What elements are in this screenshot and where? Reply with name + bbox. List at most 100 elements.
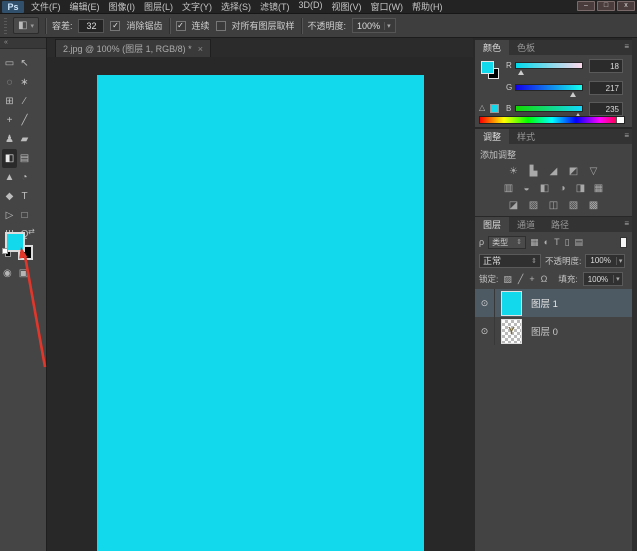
levels-icon[interactable]: ▙ [527,165,540,178]
filter-type-layers-icon[interactable]: T [554,237,560,248]
tab-color[interactable]: 颜色 [475,40,509,55]
blue-value[interactable]: 235 [589,102,623,116]
path-selection-tool[interactable]: ▷ [2,206,17,225]
tolerance-input[interactable]: 32 [78,19,104,33]
sample-all-layers-checkbox[interactable] [216,21,226,31]
eyedropper-tool[interactable]: ∕ [17,92,32,111]
gamut-warning-icon[interactable]: △ [479,103,485,112]
tab-layers[interactable]: 图层 [475,217,509,232]
menu-edit[interactable]: 编辑(E) [70,0,100,13]
posterize-icon[interactable]: ▨ [527,199,540,212]
toolbar-collapse-handle[interactable]: « [0,38,46,49]
menu-layer[interactable]: 图层(L) [144,0,173,13]
filter-shape-layers-icon[interactable]: ▯ [565,237,570,248]
tab-paths[interactable]: 路径 [543,217,577,232]
close-button[interactable]: x [617,1,635,11]
green-slider-handle[interactable] [570,92,576,97]
layer-row-0[interactable]: ⊙ Y 图层 0 [475,317,632,345]
minimize-button[interactable]: – [577,1,595,11]
menu-3d[interactable]: 3D(D) [299,0,323,13]
paint-bucket-tool[interactable]: ◧ [2,149,17,168]
gradient-map-icon[interactable]: ▧ [567,199,580,212]
gamut-color-chip[interactable] [490,104,499,113]
red-slider-handle[interactable] [518,70,524,75]
type-tool[interactable]: T [17,187,32,206]
swap-colors-icon[interactable]: ⇄ [28,227,35,236]
tab-swatches[interactable]: 色板 [509,40,543,55]
black-white-icon[interactable]: ◧ [538,182,551,195]
menu-help[interactable]: 帮助(H) [412,0,443,13]
menu-select[interactable]: 选择(S) [221,0,251,13]
panel-menu-icon[interactable]: ≡ [624,219,629,228]
visibility-eye-icon[interactable]: ⊙ [475,289,495,317]
lasso-tool[interactable]: ◌ [2,73,17,92]
crop-tool[interactable]: ⊞ [2,92,17,111]
threshold-icon[interactable]: ◫ [547,199,560,212]
curves-icon[interactable]: ◢ [547,165,560,178]
hue-saturation-icon[interactable]: ▥ [502,182,515,195]
panel-foreground-swatch[interactable] [481,61,494,74]
canvas[interactable] [97,75,424,551]
brightness-contrast-icon[interactable]: ☀ [507,165,520,178]
rectangular-marquee-tool[interactable]: ▭ [2,54,17,73]
eraser-tool[interactable]: ▰ [17,130,32,149]
panel-menu-icon[interactable]: ≡ [624,131,629,140]
color-balance-icon[interactable]: ◒ [520,182,533,195]
contiguous-checkbox[interactable]: ✓ [176,21,186,31]
invert-icon[interactable]: ◪ [507,199,520,212]
visibility-eye-icon[interactable]: ⊙ [475,317,495,345]
foreground-color-swatch[interactable] [5,232,25,252]
menu-view[interactable]: 视图(V) [332,0,362,13]
menu-type[interactable]: 文字(Y) [182,0,212,13]
green-value[interactable]: 217 [589,81,623,95]
white-chip[interactable] [616,117,624,123]
antialias-checkbox[interactable]: ✓ [110,21,120,31]
quick-mask-button[interactable]: ◉ [3,268,12,279]
clone-stamp-tool[interactable]: ♟ [2,130,17,149]
tab-close-icon[interactable]: × [198,44,203,54]
layer-1-thumbnail[interactable] [501,291,522,316]
tab-channels[interactable]: 通道 [509,217,543,232]
tool-preset-picker[interactable]: ◧ ▾ [13,17,39,34]
menu-window[interactable]: 窗口(W) [371,0,404,13]
filter-type-dropdown[interactable]: 类型 ⇕ [488,236,526,249]
maximize-button[interactable]: □ [597,1,615,11]
photo-filter-icon[interactable]: ◑ [556,182,569,195]
menu-file[interactable]: 文件(F) [31,0,61,13]
quick-selection-tool[interactable]: ∗ [17,73,32,92]
red-slider[interactable] [515,62,583,69]
layer-row-1[interactable]: ⊙ 图层 1 [475,289,632,317]
lock-transparency-icon[interactable]: ▨ [503,274,512,285]
spot-healing-brush-tool[interactable]: + [2,111,17,130]
blend-mode-dropdown[interactable]: 正常 ⇕ [479,254,541,268]
red-value[interactable]: 18 [589,59,623,73]
channel-mixer-icon[interactable]: ◨ [574,182,587,195]
opacity-dropdown[interactable]: 100% ▾ [352,18,396,33]
filter-adjustment-layers-icon[interactable]: ◐ [544,237,549,248]
lock-pixels-icon[interactable]: ╱ [518,274,523,285]
move-tool[interactable]: ↖ [17,54,32,73]
dodge-tool[interactable]: ◔ [17,168,32,187]
vibrance-icon[interactable]: ▽ [587,165,600,178]
color-spectrum-bar[interactable] [479,116,625,124]
layer-filter-toggle[interactable] [620,237,627,248]
blue-slider[interactable] [515,105,583,112]
menu-image[interactable]: 图像(I) [109,0,136,13]
screen-mode-button[interactable]: ▣ [19,268,28,279]
layer-opacity-dropdown[interactable]: 100% ▾ [585,254,625,268]
filter-smart-objects-icon[interactable]: ▤ [575,237,584,248]
gradient-tool[interactable]: ▤ [17,149,32,168]
panel-menu-icon[interactable]: ≡ [624,42,629,51]
fill-dropdown[interactable]: 100% ▾ [583,272,623,286]
pen-tool[interactable]: ◆ [2,187,17,206]
green-slider[interactable] [515,84,583,91]
blur-tool[interactable]: ▲ [2,168,17,187]
lock-all-icon[interactable]: Ω [541,274,548,285]
selective-color-icon[interactable]: ▩ [587,199,600,212]
document-tab[interactable]: 2.jpg @ 100% (图层 1, RGB/8) * × [55,39,211,57]
tab-adjustments[interactable]: 调整 [475,129,509,144]
layer-0-thumbnail[interactable]: Y [501,319,522,344]
lock-position-icon[interactable]: + [529,274,534,285]
filter-pixel-layers-icon[interactable]: ▦ [530,237,539,248]
menu-filter[interactable]: 滤镜(T) [260,0,290,13]
